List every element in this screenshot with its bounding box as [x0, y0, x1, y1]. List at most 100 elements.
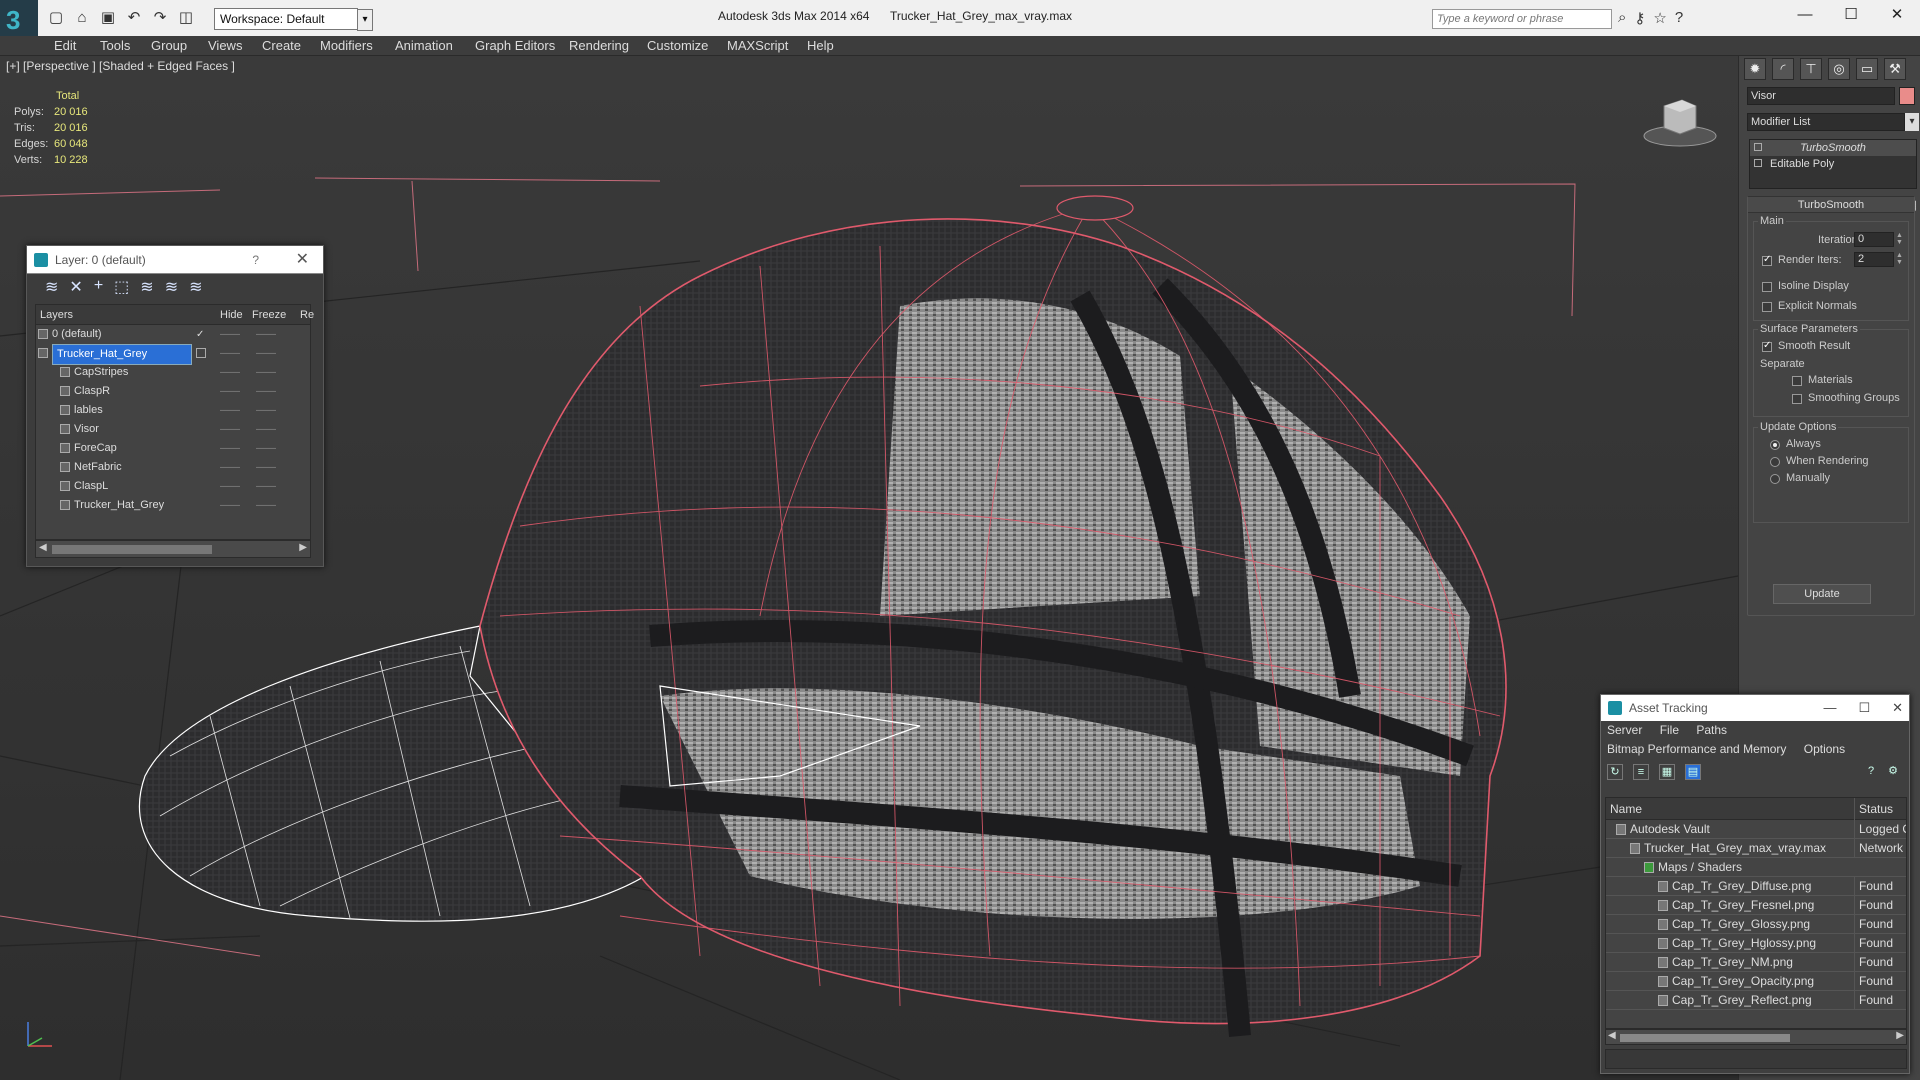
scroll-right-icon[interactable]: ▶ — [299, 542, 307, 553]
select-objects-icon[interactable]: ⬚ — [114, 277, 129, 302]
freeze-all-icon[interactable]: ≋ — [189, 277, 202, 302]
hide-toggle[interactable]: —— — [220, 439, 240, 458]
make-current-icon[interactable] — [196, 348, 206, 358]
create-tab-icon[interactable]: ✹ — [1744, 58, 1766, 80]
display-tab-icon[interactable]: ▭ — [1856, 58, 1878, 80]
column-name[interactable]: Name — [1610, 798, 1642, 820]
menu-graph-editors[interactable]: Graph Editors — [475, 36, 555, 56]
asset-row[interactable]: Maps / Shaders — [1606, 858, 1906, 877]
layer-horizontal-scrollbar[interactable]: ◀ ▶ — [35, 540, 311, 558]
asset-row[interactable]: Cap_Tr_Grey_Hglossy.png Found — [1606, 934, 1906, 953]
hide-toggle[interactable]: —— — [220, 325, 240, 344]
menu-create[interactable]: Create — [262, 36, 301, 56]
menu-rendering[interactable]: Rendering — [569, 36, 629, 56]
hide-toggle[interactable]: —— — [220, 363, 240, 382]
asset-dialog-titlebar[interactable]: Asset Tracking — ☐ ✕ — [1601, 695, 1909, 721]
maximize-icon[interactable]: ☐ — [1858, 695, 1870, 721]
menu-customize[interactable]: Customize — [647, 36, 708, 56]
turbosmooth-rollout-title[interactable]: TurboSmooth — [1748, 197, 1914, 213]
object-name-field[interactable]: Visor — [1747, 87, 1895, 105]
menu-views[interactable]: Views — [208, 36, 242, 56]
modifier-list-dropdown[interactable]: Modifier List — [1747, 113, 1905, 131]
scroll-left-icon[interactable]: ◀ — [1608, 1030, 1616, 1041]
menu-edit[interactable]: Edit — [54, 36, 76, 56]
search-input[interactable]: Type a keyword or phrase — [1432, 9, 1612, 29]
help-icon[interactable]: ? — [252, 246, 259, 274]
freeze-toggle[interactable]: —— — [256, 401, 276, 420]
delete-layer-icon[interactable]: ✕ — [69, 277, 82, 302]
thumbnail-view-icon[interactable]: ▦ — [1659, 764, 1675, 780]
expand-icon[interactable] — [1754, 159, 1762, 167]
viewport-label[interactable]: [+] [Perspective ] [Shaded + Edged Faces… — [6, 59, 235, 73]
smooth-result-checkbox[interactable] — [1762, 340, 1772, 352]
maximize-icon[interactable]: ☐ — [1828, 0, 1874, 32]
scroll-left-icon[interactable]: ◀ — [39, 542, 47, 553]
column-freeze[interactable]: Freeze — [252, 305, 286, 325]
asset-horizontal-scrollbar[interactable]: ◀ ▶ — [1605, 1029, 1907, 1045]
hide-toggle[interactable]: —— — [220, 344, 240, 363]
asset-row[interactable]: Autodesk Vault Logged Ou — [1606, 820, 1906, 839]
update-button[interactable]: Update — [1773, 584, 1871, 604]
layer-dialog-titlebar[interactable]: Layer: 0 (default) ? ✕ — [27, 246, 323, 274]
hat-model[interactable] — [0, 56, 1738, 1080]
minimize-icon[interactable]: — — [1782, 0, 1828, 32]
table-view-icon[interactable]: ▤ — [1685, 764, 1701, 780]
workspace-dropdown[interactable]: Workspace: Default — [214, 8, 373, 31]
manually-radio[interactable] — [1770, 474, 1780, 484]
menu-animation[interactable]: Animation — [395, 36, 453, 56]
scroll-thumb[interactable] — [52, 545, 212, 554]
utilities-tab-icon[interactable]: ⚒ — [1884, 58, 1906, 80]
render-iters-checkbox[interactable] — [1762, 254, 1772, 266]
list-view-icon[interactable]: ≡ — [1633, 764, 1649, 780]
new-layer-icon[interactable]: ≋ — [45, 277, 58, 302]
open-file-icon[interactable]: ⌂ — [72, 8, 92, 28]
scroll-thumb[interactable] — [1620, 1034, 1790, 1042]
freeze-toggle[interactable]: —— — [256, 458, 276, 477]
menu-server[interactable]: Server — [1607, 723, 1642, 737]
when-rendering-radio[interactable] — [1770, 457, 1780, 467]
key-icon[interactable]: ⚷ — [1634, 9, 1645, 27]
hide-toggle[interactable]: —— — [220, 401, 240, 420]
hide-all-icon[interactable]: ≋ — [165, 277, 178, 302]
render-iters-spinner[interactable]: 2 — [1854, 252, 1894, 267]
freeze-toggle[interactable]: —— — [256, 363, 276, 382]
modify-tab-icon[interactable]: ◜ — [1772, 58, 1794, 80]
isoline-display-checkbox[interactable] — [1762, 282, 1772, 292]
hide-toggle[interactable]: —— — [220, 420, 240, 439]
freeze-toggle[interactable]: —— — [256, 382, 276, 401]
project-folder-icon[interactable]: ◫ — [176, 8, 196, 28]
materials-checkbox[interactable] — [1792, 376, 1802, 386]
layer-row[interactable]: ClaspR —— —— — [36, 382, 310, 401]
column-hide[interactable]: Hide — [220, 305, 243, 325]
freeze-toggle[interactable]: —— — [256, 325, 276, 344]
layer-row[interactable]: Trucker_Hat_Grey —— —— — [36, 496, 310, 515]
top-button[interactable] — [1056, 195, 1134, 221]
asset-row[interactable]: Cap_Tr_Grey_Opacity.png Found — [1606, 972, 1906, 991]
scroll-right-icon[interactable]: ▶ — [1896, 1030, 1904, 1041]
stack-item-turbosmooth[interactable]: TurboSmooth — [1750, 140, 1916, 156]
freeze-toggle[interactable]: —— — [256, 477, 276, 496]
hide-toggle[interactable]: —— — [220, 382, 240, 401]
settings-icon[interactable]: ⚙ — [1885, 764, 1901, 780]
refresh-icon[interactable]: ↻ — [1607, 764, 1623, 780]
asset-row[interactable]: Cap_Tr_Grey_Diffuse.png Found — [1606, 877, 1906, 896]
undo-icon[interactable]: ↶ — [124, 8, 144, 28]
help-icon[interactable]: ? — [1675, 9, 1683, 27]
current-layer-check-icon[interactable]: ✓ — [196, 325, 204, 344]
menu-bitmap-performance[interactable]: Bitmap Performance and Memory — [1607, 742, 1786, 756]
column-render[interactable]: Re — [300, 305, 314, 325]
minimize-icon[interactable]: — — [1823, 695, 1836, 721]
hide-toggle[interactable]: —— — [220, 477, 240, 496]
freeze-toggle[interactable]: —— — [256, 344, 276, 363]
menu-file[interactable]: File — [1660, 723, 1679, 737]
column-layers[interactable]: Layers — [40, 305, 73, 325]
binoculars-icon[interactable]: ⌕ — [1618, 9, 1626, 27]
always-radio[interactable] — [1770, 440, 1780, 450]
menu-modifiers[interactable]: Modifiers — [320, 36, 373, 56]
layer-row[interactable]: NetFabric —— —— — [36, 458, 310, 477]
stack-item-editable-poly[interactable]: Editable Poly — [1750, 156, 1916, 172]
menu-tools[interactable]: Tools — [100, 36, 130, 56]
highlight-layer-icon[interactable]: ≋ — [140, 277, 153, 302]
layer-row[interactable]: lables —— —— — [36, 401, 310, 420]
layer-row[interactable]: 0 (default) —— —— ✓ — [36, 325, 310, 344]
